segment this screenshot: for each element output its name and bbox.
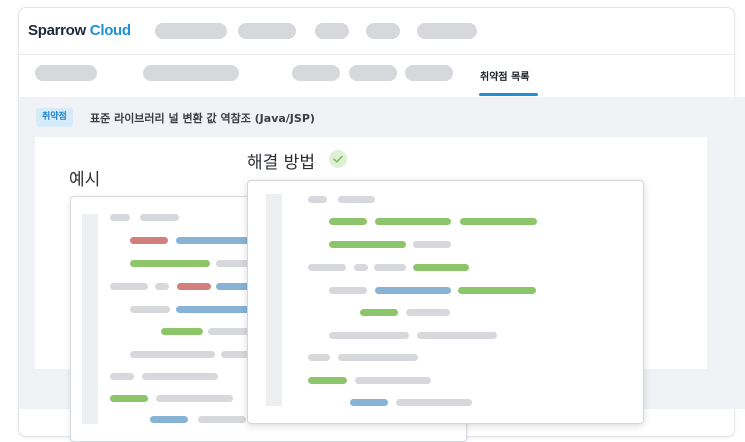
code-token bbox=[216, 260, 250, 267]
solution-code-card bbox=[247, 180, 644, 424]
brand-name: Sparrow bbox=[28, 22, 86, 39]
code-token bbox=[329, 218, 367, 225]
code-token bbox=[413, 264, 469, 271]
code-token bbox=[354, 264, 368, 271]
code-token bbox=[329, 241, 406, 248]
code-token bbox=[374, 264, 406, 271]
code-token bbox=[350, 399, 388, 406]
code-token bbox=[396, 399, 472, 406]
code-token bbox=[375, 287, 451, 294]
vulnerability-badge: 취약점 bbox=[36, 108, 73, 127]
nav-item-placeholder[interactable] bbox=[155, 23, 227, 39]
code-token bbox=[216, 283, 250, 290]
vulnerability-title: 표준 라이브러리 널 변환 값 역참조 (Java/JSP) bbox=[90, 112, 315, 125]
brand-logo[interactable]: Sparrow Cloud bbox=[28, 22, 131, 39]
tab-placeholder[interactable] bbox=[143, 65, 239, 81]
code-token bbox=[355, 377, 431, 384]
nav-item-placeholder[interactable] bbox=[366, 23, 400, 39]
tab-placeholder[interactable] bbox=[405, 65, 453, 81]
code-token bbox=[161, 328, 203, 335]
tab-placeholder[interactable] bbox=[349, 65, 397, 81]
code-token bbox=[413, 241, 451, 248]
code-token bbox=[198, 416, 246, 423]
nav-item-placeholder[interactable] bbox=[315, 23, 349, 39]
tab-vulnerability-list[interactable]: 취약점 목록 bbox=[480, 68, 529, 83]
line-gutter bbox=[82, 214, 98, 424]
code-token bbox=[360, 309, 398, 316]
brand-accent: Cloud bbox=[89, 22, 131, 39]
code-token-error bbox=[130, 237, 168, 244]
tab-placeholder[interactable] bbox=[292, 65, 340, 81]
code-token bbox=[142, 373, 218, 380]
code-token bbox=[176, 237, 251, 244]
line-gutter bbox=[266, 194, 282, 406]
code-token bbox=[140, 214, 179, 221]
code-token bbox=[406, 309, 450, 316]
check-circle-icon bbox=[329, 150, 347, 168]
code-token bbox=[417, 332, 497, 339]
code-token bbox=[156, 395, 233, 402]
code-token bbox=[308, 264, 346, 271]
code-token bbox=[308, 354, 330, 361]
code-token bbox=[110, 214, 130, 221]
nav-item-placeholder[interactable] bbox=[238, 23, 296, 39]
tab-active-indicator bbox=[479, 93, 538, 96]
code-token bbox=[110, 373, 134, 380]
code-token bbox=[155, 283, 169, 290]
code-token bbox=[130, 351, 215, 358]
code-token bbox=[338, 196, 375, 203]
tab-placeholder[interactable] bbox=[35, 65, 97, 81]
code-token bbox=[110, 283, 148, 290]
code-token bbox=[308, 196, 327, 203]
code-token bbox=[375, 218, 451, 225]
code-token bbox=[460, 218, 537, 225]
code-token bbox=[208, 328, 250, 335]
code-token bbox=[308, 377, 347, 384]
code-token bbox=[130, 306, 170, 313]
code-token bbox=[150, 416, 188, 423]
code-token bbox=[338, 354, 418, 361]
solution-heading: 해결 방법 bbox=[247, 153, 315, 173]
code-token bbox=[176, 306, 251, 313]
code-token-error bbox=[177, 283, 211, 290]
code-token bbox=[130, 260, 210, 267]
nav-item-placeholder[interactable] bbox=[417, 23, 477, 39]
header-divider bbox=[19, 54, 733, 55]
code-token bbox=[329, 287, 367, 294]
code-token bbox=[329, 332, 409, 339]
code-token bbox=[110, 395, 148, 402]
code-token bbox=[458, 287, 536, 294]
example-heading: 예시 bbox=[69, 170, 101, 190]
